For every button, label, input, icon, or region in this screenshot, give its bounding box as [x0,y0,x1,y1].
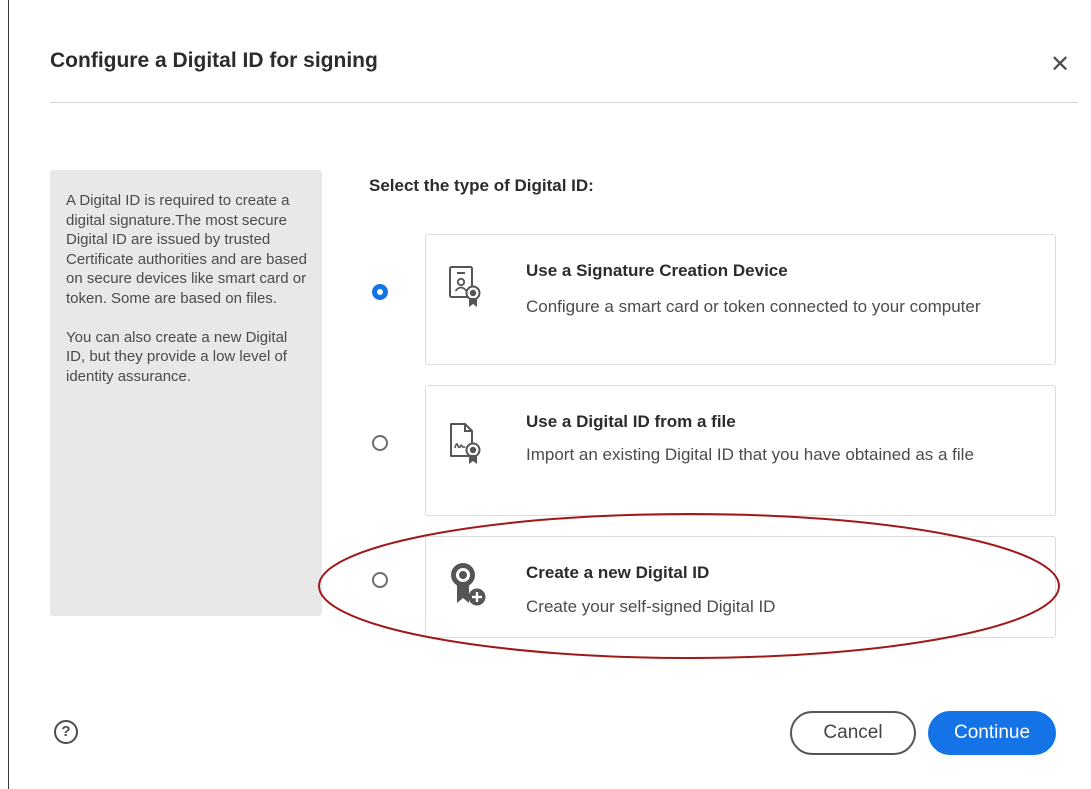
info-panel: A Digital ID is required to create a dig… [50,170,322,616]
signature-device-icon [449,266,481,307]
option-card-signature-device[interactable]: Use a Signature Creation Device Configur… [425,234,1056,365]
header-divider [50,102,1078,103]
info-paragraph-1: A Digital ID is required to create a dig… [66,192,307,307]
option-title: Create a new Digital ID [526,563,710,582]
option-title: Use a Signature Creation Device [526,261,788,280]
radio-signature-device[interactable] [372,284,388,300]
continue-button[interactable]: Continue [928,711,1056,755]
option-card-create-digital-id[interactable]: Create a new Digital ID Create your self… [425,536,1056,638]
section-heading: Select the type of Digital ID: [369,176,594,195]
radio-create-digital-id[interactable] [372,572,388,588]
info-paragraph-2: You can also create a new Digital ID, bu… [66,328,288,385]
window-left-edge [8,0,9,789]
help-icon[interactable]: ? [54,720,78,744]
option-title: Use a Digital ID from a file [526,412,736,431]
close-icon[interactable]: ✕ [1047,52,1073,78]
cancel-button[interactable]: Cancel [790,711,916,755]
option-description: Create your self-signed Digital ID [526,597,776,616]
digital-id-file-icon [450,423,481,464]
radio-digital-id-file[interactable] [372,435,388,451]
option-card-digital-id-file[interactable]: Use a Digital ID from a file Import an e… [425,385,1056,516]
create-digital-id-icon [451,563,486,606]
option-description: Configure a smart card or token connecte… [526,297,981,316]
dialog-title: Configure a Digital ID for signing [50,49,378,72]
option-description: Import an existing Digital ID that you h… [526,445,974,464]
